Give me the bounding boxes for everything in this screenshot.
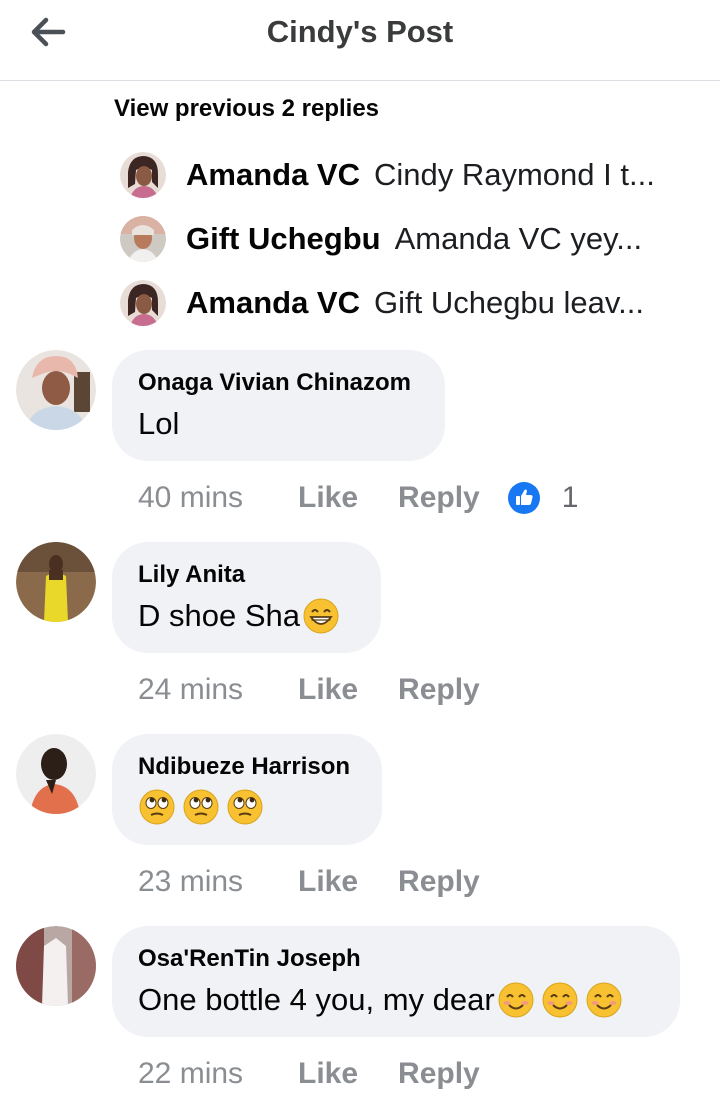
- eye-roll-emoji-icon: [139, 789, 175, 825]
- smiling-emoji-icon: [542, 982, 578, 1018]
- reply-preview[interactable]: Amanda VC Gift Uchegbu leav...: [120, 278, 680, 328]
- comment-time[interactable]: 23 mins: [138, 865, 298, 899]
- reply-preview[interactable]: Gift Uchegbu Amanda VC yey...: [120, 214, 680, 264]
- reply-author[interactable]: Gift Uchegbu: [186, 221, 381, 257]
- reaction-count: 1: [561, 481, 579, 514]
- avatar[interactable]: [16, 926, 96, 1006]
- comment-actions: 23 mins Like Reply: [138, 862, 520, 902]
- comment-author[interactable]: Onaga Vivian Chinazom: [138, 368, 417, 398]
- reply-author[interactable]: Amanda VC: [186, 285, 360, 321]
- reply-text: Cindy Raymond I t...: [373, 157, 655, 192]
- like-button[interactable]: Like: [298, 865, 358, 899]
- avatar: [120, 216, 166, 262]
- reply-button[interactable]: Reply: [398, 481, 480, 515]
- comment-text: Lol: [138, 406, 180, 441]
- like-button[interactable]: Like: [298, 481, 358, 515]
- comment-text: One bottle 4 you, my dear: [138, 982, 495, 1017]
- avatar: [120, 280, 166, 326]
- comment-time[interactable]: 40 mins: [138, 481, 298, 515]
- comment-time[interactable]: 24 mins: [138, 673, 298, 707]
- page-title: Cindy's Post: [266, 14, 454, 49]
- comment-text-row: D shoe Sha: [138, 596, 353, 636]
- reply-button[interactable]: Reply: [398, 1057, 480, 1091]
- comment-text-row: One bottle 4 you, my dear: [138, 980, 652, 1020]
- reply-text: Amanda VC yey...: [394, 221, 643, 256]
- comment-actions: 40 mins Like Reply 1: [138, 478, 578, 518]
- comment-bubble: Lily Anita D shoe Sha: [112, 542, 381, 653]
- comment-actions: 22 mins Like Reply: [138, 1054, 520, 1094]
- comment-actions: 24 mins Like Reply: [138, 670, 520, 710]
- eye-roll-emoji-icon: [183, 789, 219, 825]
- top-bar: Cindy's Post: [0, 0, 720, 81]
- comment-bubble: Onaga Vivian Chinazom Lol: [112, 350, 445, 461]
- comment-emojis: [138, 788, 354, 826]
- comment-time[interactable]: 22 mins: [138, 1057, 298, 1091]
- view-previous-replies-link[interactable]: View previous 2 replies: [114, 95, 379, 123]
- comment-bubble: Osa'RenTin Joseph One bottle 4 you, my d…: [112, 926, 680, 1037]
- comment-author[interactable]: Ndibueze Harrison: [138, 752, 354, 782]
- grinning-emoji-icon: [303, 598, 339, 634]
- avatar[interactable]: [16, 542, 96, 622]
- smiling-emoji-icon: [498, 982, 534, 1018]
- smiling-emoji-icon: [586, 982, 622, 1018]
- avatar: [120, 152, 166, 198]
- comment-author[interactable]: Osa'RenTin Joseph: [138, 944, 652, 974]
- reply-author[interactable]: Amanda VC: [186, 157, 360, 193]
- thumbs-up-icon: [507, 482, 540, 514]
- eye-roll-emoji-icon: [227, 789, 263, 825]
- reaction-summary[interactable]: 1: [507, 481, 579, 515]
- reply-preview[interactable]: Amanda VC Cindy Raymond I t...: [120, 150, 680, 200]
- reply-button[interactable]: Reply: [398, 865, 480, 899]
- like-button[interactable]: Like: [298, 673, 358, 707]
- avatar[interactable]: [16, 734, 96, 814]
- avatar[interactable]: [16, 350, 96, 430]
- reply-button[interactable]: Reply: [398, 673, 480, 707]
- comment-text: D shoe Sha: [138, 598, 300, 633]
- comment-bubble: Ndibueze Harrison: [112, 734, 382, 845]
- comment-author[interactable]: Lily Anita: [138, 560, 353, 590]
- reply-text: Gift Uchegbu leav...: [373, 285, 644, 320]
- like-button[interactable]: Like: [298, 1057, 358, 1091]
